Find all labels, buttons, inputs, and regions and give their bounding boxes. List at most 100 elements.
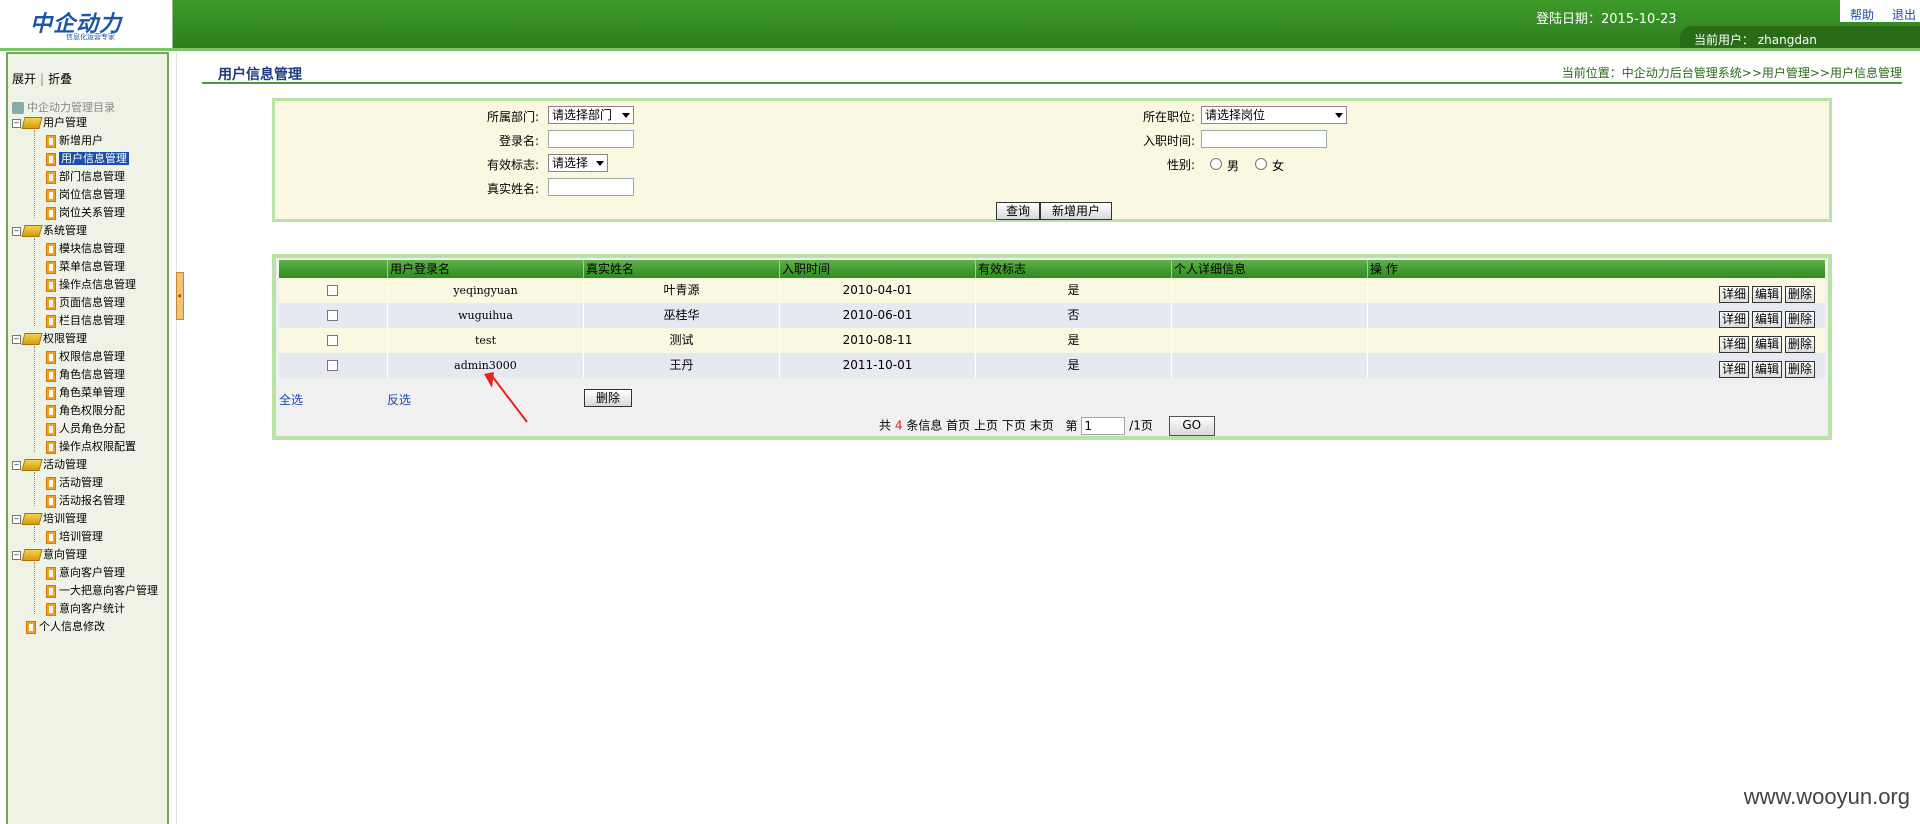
folder-icon	[21, 333, 43, 345]
hire-date-input[interactable]	[1201, 130, 1327, 148]
detail-button[interactable]: 详细	[1718, 361, 1749, 378]
last-page-link[interactable]: 末页	[1030, 419, 1054, 433]
first-page-link[interactable]: 首页	[946, 419, 970, 433]
gender-female-radio[interactable]	[1255, 158, 1267, 170]
real-name-input[interactable]	[548, 178, 634, 196]
collapse-link[interactable]: 折叠	[48, 72, 72, 86]
edit-button[interactable]: 编辑	[1751, 336, 1782, 353]
sidebar-item[interactable]: 角色信息管理	[46, 368, 125, 382]
row-checkbox[interactable]	[327, 285, 338, 296]
sidebar-item[interactable]: 用户信息管理	[46, 152, 129, 166]
tree-group-label: 系统管理	[43, 224, 87, 237]
select-cell	[279, 278, 387, 303]
sidebar-item[interactable]: 模块信息管理	[46, 242, 125, 256]
bulk-delete-button[interactable]: 删除	[584, 389, 632, 407]
sidebar-item[interactable]: 角色权限分配	[46, 404, 125, 418]
tree-group-label: 活动管理	[43, 458, 87, 471]
invert-selection-link[interactable]: 反选	[387, 391, 411, 408]
sidebar-item-personal[interactable]: 个人信息修改	[26, 620, 105, 634]
delete-button[interactable]: 删除	[1784, 286, 1815, 303]
sidebar-item[interactable]: 培训管理	[46, 530, 103, 544]
edit-button[interactable]: 编辑	[1751, 286, 1782, 303]
query-button[interactable]: 查询	[996, 202, 1040, 220]
sidebar-item-label: 一大把意向客户管理	[59, 584, 158, 597]
select-all-link[interactable]: 全选	[279, 391, 303, 408]
tree-group[interactable]: − 意向管理	[12, 548, 87, 562]
sidebar-item[interactable]: 操作点权限配置	[46, 440, 136, 454]
delete-button[interactable]: 删除	[1784, 361, 1815, 378]
folder-icon	[21, 513, 43, 525]
sidebar-toggle-handle[interactable]: ◂	[176, 272, 184, 320]
select-cell	[279, 303, 387, 328]
header-operations: 操 作	[1367, 260, 1825, 278]
sidebar-item[interactable]: 部门信息管理	[46, 170, 125, 184]
delete-button[interactable]: 删除	[1784, 336, 1815, 353]
detail-button[interactable]: 详细	[1718, 286, 1749, 303]
collapse-toggle-icon[interactable]: −	[12, 334, 21, 344]
sidebar-item[interactable]: 意向客户管理	[46, 566, 125, 580]
position-select[interactable]: 请选择岗位	[1201, 106, 1347, 124]
sidebar-item-label: 新增用户	[59, 134, 103, 147]
real-name-cell: 巫桂华	[583, 303, 779, 328]
position-label: 所在职位:	[1142, 110, 1195, 124]
row-checkbox[interactable]	[327, 360, 338, 371]
expand-link[interactable]: 展开	[12, 72, 36, 86]
gender-male-radio[interactable]	[1210, 158, 1222, 170]
sidebar-item-label: 部门信息管理	[59, 170, 125, 183]
tree-group[interactable]: − 培训管理	[12, 512, 87, 526]
login-name-input[interactable]	[548, 130, 634, 148]
tree-group[interactable]: − 权限管理	[12, 332, 87, 346]
sidebar-item[interactable]: 菜单信息管理	[46, 260, 125, 274]
sidebar-item[interactable]: 活动报名管理	[46, 494, 125, 508]
detail-button[interactable]: 详细	[1718, 311, 1749, 328]
collapse-toggle-icon[interactable]: −	[12, 118, 21, 128]
sidebar-item[interactable]: 权限信息管理	[46, 350, 125, 364]
row-checkbox[interactable]	[327, 310, 338, 321]
sidebar-item[interactable]: 活动管理	[46, 476, 103, 490]
sidebar-item[interactable]: 意向客户统计	[46, 602, 125, 616]
collapse-toggle-icon[interactable]: −	[12, 514, 21, 524]
sidebar-item[interactable]: 新增用户	[46, 134, 103, 148]
row-checkbox[interactable]	[327, 335, 338, 346]
chevron-down-icon	[1335, 113, 1343, 118]
sidebar-item[interactable]: 角色菜单管理	[46, 386, 125, 400]
tree-root[interactable]: 中企动力管理目录	[12, 99, 115, 115]
collapse-toggle-icon[interactable]: −	[12, 460, 21, 470]
sidebar-item[interactable]: 页面信息管理	[46, 296, 125, 310]
collapse-toggle-icon[interactable]: −	[12, 550, 21, 560]
sidebar-item[interactable]: 一大把意向客户管理	[46, 584, 158, 598]
add-user-button[interactable]: 新增用户	[1040, 202, 1112, 220]
delete-button[interactable]: 删除	[1784, 311, 1815, 328]
sidebar-item[interactable]: 操作点信息管理	[46, 278, 136, 292]
collapse-toggle-icon[interactable]: −	[12, 226, 21, 236]
sidebar-item[interactable]: 岗位信息管理	[46, 188, 125, 202]
page-icon	[46, 602, 56, 616]
tree-group[interactable]: − 活动管理	[12, 458, 87, 472]
select-cell	[279, 353, 387, 378]
sidebar-item[interactable]: 人员角色分配	[46, 422, 125, 436]
prev-page-link[interactable]: 上页	[974, 419, 998, 433]
details-cell	[1171, 278, 1367, 303]
sidebar-item[interactable]: 岗位关系管理	[46, 206, 125, 220]
valid-flag-select[interactable]: 请选择	[548, 154, 608, 172]
logo: 中企动力 信息化运营专家	[0, 0, 173, 48]
search-panel: 所属部门: 请选择部门 所在职位: 请选择岗位 登录名: 入职时间: 有效标志:…	[272, 98, 1832, 222]
edit-button[interactable]: 编辑	[1751, 311, 1782, 328]
tree-group[interactable]: − 用户管理	[12, 116, 87, 130]
folder-icon	[21, 459, 43, 471]
department-select[interactable]: 请选择部门	[548, 106, 634, 124]
page-number-input[interactable]: 1	[1081, 417, 1126, 435]
go-button[interactable]: GO	[1168, 416, 1215, 436]
page-icon	[46, 368, 56, 382]
detail-button[interactable]: 详细	[1718, 336, 1749, 353]
logout-link[interactable]: 退出	[1892, 6, 1916, 23]
next-page-link[interactable]: 下页	[1002, 419, 1026, 433]
page-icon	[46, 188, 56, 202]
edit-button[interactable]: 编辑	[1751, 361, 1782, 378]
sidebar-item[interactable]: 栏目信息管理	[46, 314, 125, 328]
sidebar-item-label: 意向客户管理	[59, 566, 125, 579]
total-suffix: 条信息	[906, 418, 943, 433]
tree-group[interactable]: − 系统管理	[12, 224, 87, 238]
help-link[interactable]: 帮助	[1850, 6, 1874, 23]
page-icon	[46, 278, 56, 292]
